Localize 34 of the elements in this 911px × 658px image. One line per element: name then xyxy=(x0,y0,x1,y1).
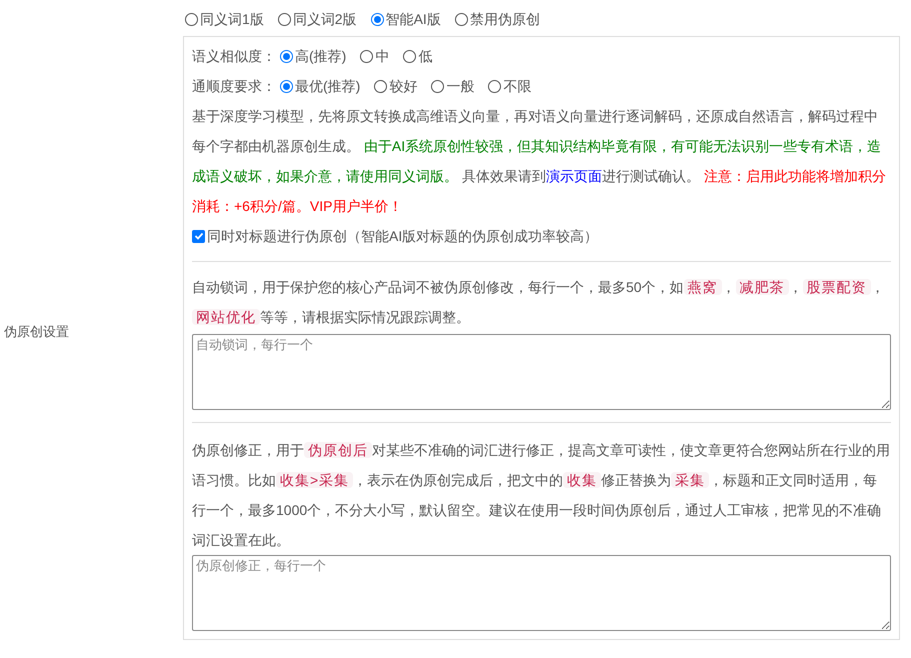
radio-button[interactable] xyxy=(370,12,384,26)
radio-button[interactable] xyxy=(488,80,502,92)
radio-button[interactable] xyxy=(185,12,198,26)
radio-button[interactable] xyxy=(374,80,388,92)
radio-label: 同义词1版 xyxy=(200,10,264,28)
radio-button[interactable] xyxy=(278,12,291,26)
radio-button[interactable] xyxy=(403,50,416,62)
radio-label: 中 xyxy=(375,47,390,66)
radio-label: 不限 xyxy=(503,77,532,96)
radio-label: 禁用伪原创 xyxy=(470,10,540,28)
demo-page-link[interactable]: 演示页面 xyxy=(546,168,602,184)
radio-button[interactable] xyxy=(431,80,444,92)
radio-button[interactable] xyxy=(280,80,293,92)
check-icon xyxy=(194,231,204,241)
checkbox[interactable] xyxy=(192,230,205,242)
radio-button[interactable] xyxy=(280,50,293,62)
radio-button[interactable] xyxy=(454,12,468,26)
lock-words-field[interactable]: 自动锁词，每行一个 xyxy=(192,334,891,410)
corrections-description: 伪原创修正，用于 伪原创后 对某些不准确的词汇进行修正，提高文章可读性，使文章更符合您网站所在行业的用语习惯。比如 收集>采集 ，表示在伪原创完成后，把文中的 收集 修正替换为 采集 ，标题和正文同时适用，每行一个，最多1000个，不分大小写，默认留空。建议在使用一段时间伪原创后，通过人工审核，把常见的不准确词汇设置在此。 xyxy=(192,441,891,550)
radio-label: 同义词2版 xyxy=(292,10,357,28)
ai-description: 基于深度学习模型，先将原文转换成高维语义向量，再对语义向量进行逐词解码，还原成自然语言，解码过程中每个字都由机器原创生成。 由于AI系统原创性较强，但其知识结构毕竟有限，有可能无法识别一些专有术语，造成语义破坏，如果介意，请使用同义词版。 具体效果请到演示页面进行测试确认。 注意：启用此功能将增加积分消耗：+6积分/篇。VIP用户半价！ xyxy=(192,107,887,216)
option-label: 通顺度要求： xyxy=(192,77,276,96)
radio-label: 较好 xyxy=(389,77,418,96)
checkbox-label: 同时对标题进行伪原创（智能AI版对标题的伪原创成功率较高） xyxy=(207,227,598,246)
radio-label: 一般 xyxy=(446,77,474,96)
corrections-field[interactable]: 伪原创修正，每行一个 xyxy=(192,555,891,631)
radio-label: 高(推荐) xyxy=(295,47,346,66)
radio-button[interactable] xyxy=(360,50,374,62)
radio-label: 低 xyxy=(418,47,432,66)
lock-words-description: 自动锁词，用于保护您的核心产品词不被伪原创修改，每行一个，最多50个，如 燕窝 ， 减肥茶 ， 股票配资 ， 网站优化 等等，请根据实际情况跟踪调整。 xyxy=(192,278,886,327)
radio-label: 智能AI版 xyxy=(386,10,441,28)
radio-label: 最优(推荐) xyxy=(295,77,360,96)
field-label: 伪原创设置 xyxy=(4,323,69,342)
option-label: 语义相似度： xyxy=(192,47,276,66)
